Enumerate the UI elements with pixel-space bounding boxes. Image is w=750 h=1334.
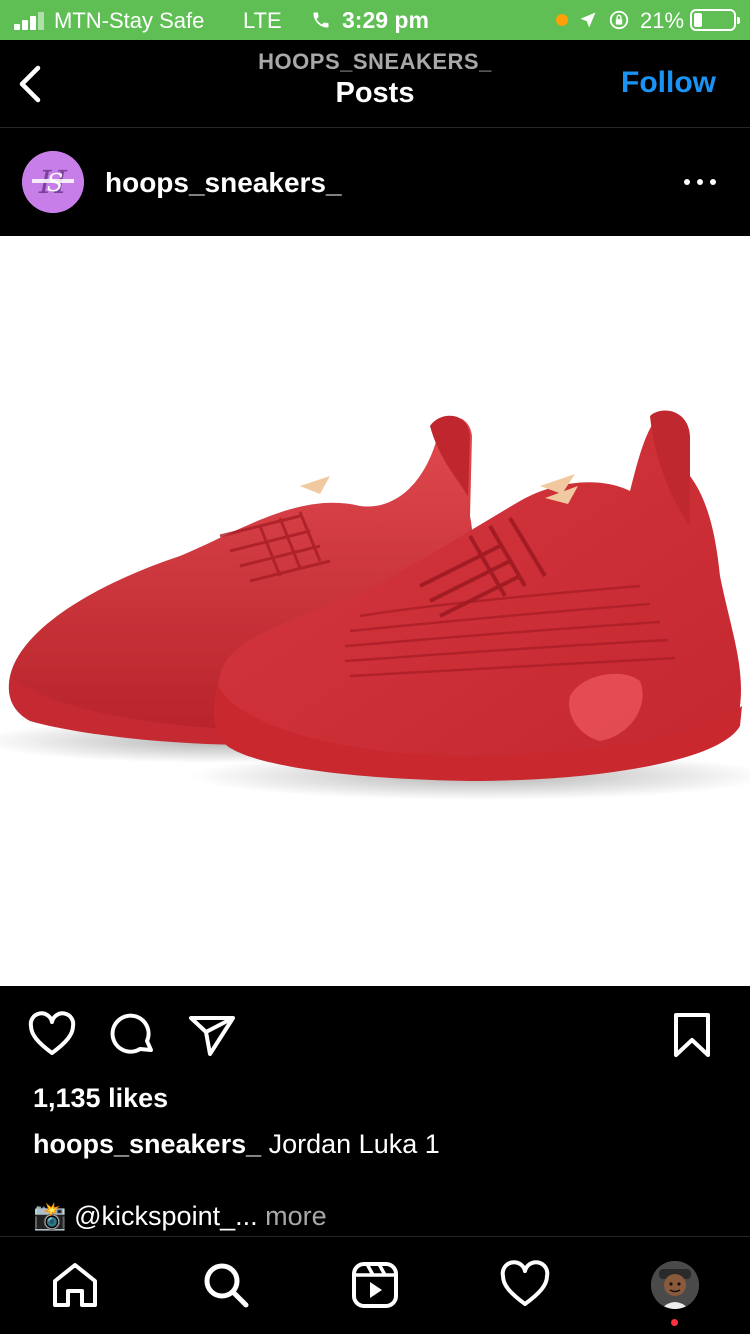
brand-logo-icon: H S xyxy=(22,151,84,213)
camera-flash-emoji: 📸 xyxy=(33,1201,67,1231)
reels-icon[interactable] xyxy=(349,1259,401,1311)
comment-icon[interactable] xyxy=(107,1010,157,1060)
nav-header: HOOPS_SNEAKERS_ Posts Follow xyxy=(0,40,750,128)
carrier-name: MTN-Stay Safe xyxy=(54,8,205,33)
battery-icon xyxy=(690,9,740,31)
status-bar: MTN-Stay Safe LTE 3:29 pm 21% xyxy=(0,0,750,40)
privacy-indicator xyxy=(556,14,568,26)
post-image[interactable] xyxy=(0,236,750,986)
phone-icon xyxy=(313,12,329,28)
post-username[interactable]: hoops_sneakers_ xyxy=(105,167,342,199)
avatar[interactable]: H S xyxy=(22,151,84,213)
status-time: 3:29 pm xyxy=(342,7,429,33)
like-heart-icon[interactable] xyxy=(27,1010,77,1060)
like-count[interactable]: 1,135 likes xyxy=(33,1083,168,1114)
notification-dot xyxy=(671,1319,678,1326)
bottom-tab-bar xyxy=(0,1236,750,1334)
caption-mention: @kickspoint_... xyxy=(66,1201,258,1231)
more-options-icon[interactable] xyxy=(684,169,728,195)
caption-more-link[interactable]: more xyxy=(258,1201,327,1231)
location-icon xyxy=(580,12,596,28)
rotation-lock-icon xyxy=(609,10,629,30)
post-caption: hoops_sneakers_ Jordan Luka 1 xyxy=(33,1129,440,1160)
caption-line-2: 📸 @kickspoint_... more xyxy=(33,1200,327,1232)
profile-avatar[interactable] xyxy=(651,1261,699,1309)
red-sneakers-image xyxy=(0,410,750,800)
profile-memoji-icon xyxy=(651,1261,699,1309)
battery-percent: 21% xyxy=(640,8,685,33)
network-type: LTE xyxy=(243,8,282,33)
signal-icon xyxy=(14,12,48,30)
bookmark-icon[interactable] xyxy=(667,1010,717,1060)
post-actions: 1,135 likes hoops_sneakers_ Jordan Luka … xyxy=(0,986,750,1236)
follow-button[interactable]: Follow xyxy=(621,66,716,100)
caption-text: Jordan Luka 1 xyxy=(261,1129,440,1159)
search-icon[interactable] xyxy=(200,1259,252,1311)
home-icon[interactable] xyxy=(49,1259,101,1311)
share-send-icon[interactable] xyxy=(187,1010,237,1060)
activity-heart-icon[interactable] xyxy=(499,1259,551,1311)
post-header: H S hoops_sneakers_ xyxy=(0,129,750,236)
caption-username[interactable]: hoops_sneakers_ xyxy=(33,1129,261,1159)
